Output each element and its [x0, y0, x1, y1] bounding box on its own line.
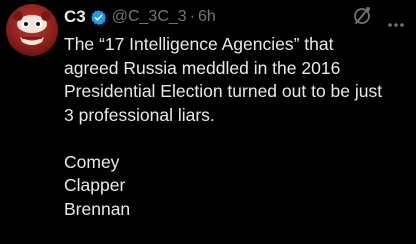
avatar[interactable] [6, 4, 58, 56]
grok-icon[interactable] [352, 6, 372, 26]
handle[interactable]: @C_3C_3 [112, 8, 187, 26]
tweet-name-line: Clapper [64, 175, 126, 195]
verified-badge-icon [90, 9, 107, 26]
tweet-name-line: Comey [64, 151, 120, 172]
tweet-header: C3 @C_3C_3 · 6h [64, 6, 216, 28]
timestamp[interactable]: 6h [198, 8, 216, 26]
tweet-text-line: The “17 Intelligence Agencies” that [64, 34, 334, 54]
separator-dot: · [189, 8, 196, 25]
tweet-name-line: Brennan [64, 198, 131, 219]
tweet-text-line: Presidential Election turned out to be j… [64, 81, 383, 101]
more-options-icon[interactable] [388, 14, 404, 27]
tweet-text: The “17 Intelligence Agencies” that agre… [64, 33, 410, 221]
tweet-text-line: 3 professional liars. [64, 104, 215, 125]
display-name[interactable]: C3 [64, 7, 86, 27]
tweet-text-line: agreed Russia meddled in the 2016 [64, 57, 341, 78]
tweet-card[interactable]: C3 @C_3C_3 · 6h The “17 Intelligence Age… [0, 0, 416, 244]
